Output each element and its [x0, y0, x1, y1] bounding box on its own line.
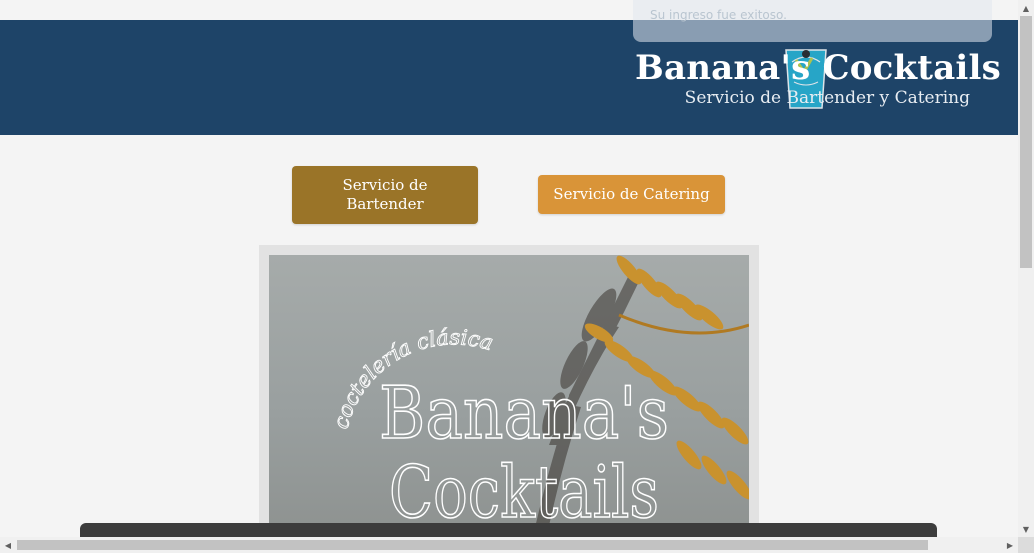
horizontal-scroll-thumb[interactable]: [17, 540, 928, 550]
toast-message: Su ingreso fue exitoso.: [650, 8, 787, 22]
site-subtitle: Servicio de Bartender y Catering: [684, 88, 970, 108]
poster-image: coctelería clásica Banana's Cocktails: [269, 255, 749, 545]
poster-artwork: coctelería clásica Banana's Cocktails: [328, 255, 749, 545]
success-toast: Su ingreso fue exitoso.: [633, 0, 992, 42]
catering-service-button[interactable]: Servicio de Catering: [538, 175, 725, 214]
vertical-scrollbar[interactable]: ▲ ▼: [1018, 0, 1034, 537]
bartender-service-button[interactable]: Servicio de Bartender: [292, 166, 478, 224]
scroll-left-icon[interactable]: ◀: [0, 537, 16, 553]
horizontal-scrollbar[interactable]: ◀ ▶: [0, 537, 1018, 553]
bottom-popup-bar: [80, 523, 937, 537]
scroll-down-icon[interactable]: ▼: [1018, 521, 1034, 537]
scroll-right-icon[interactable]: ▶: [1002, 537, 1018, 553]
poster-frame: coctelería clásica Banana's Cocktails: [259, 245, 759, 545]
catering-service-label: Servicio de Catering: [553, 185, 710, 203]
scrollbar-corner: [1018, 537, 1034, 553]
poster-title-line1: Banana's: [379, 371, 669, 455]
poster-title-line2: Cocktails: [389, 450, 659, 534]
site-title: Banana's Cocktails: [635, 48, 1001, 88]
bartender-service-label: Servicio de Bartender: [342, 176, 428, 213]
vertical-scroll-thumb[interactable]: [1020, 16, 1032, 268]
scroll-up-icon[interactable]: ▲: [1018, 0, 1034, 16]
